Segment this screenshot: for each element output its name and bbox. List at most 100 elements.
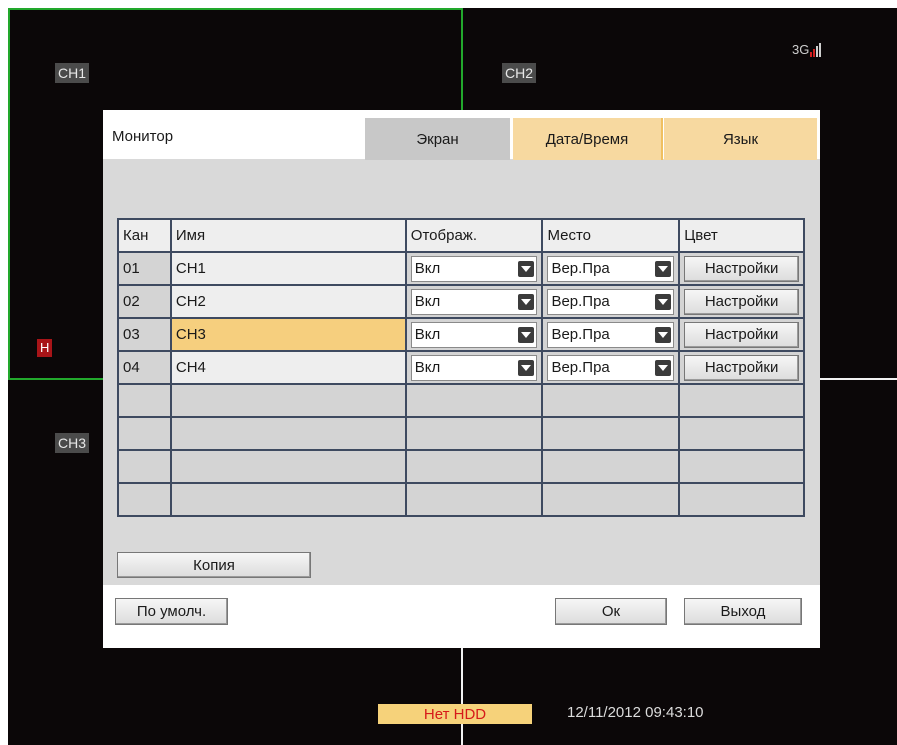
empty-cell	[541, 416, 681, 451]
tab-language[interactable]: Язык	[664, 118, 817, 160]
table-row: 04 CH4 Вкл Вер.Пра Настройки	[117, 350, 805, 385]
position-select[interactable]: Вер.Пра	[547, 255, 675, 282]
column-header-position: Место	[541, 218, 681, 253]
column-header-color: Цвет	[678, 218, 805, 253]
empty-cell	[169, 383, 407, 418]
color-settings-button[interactable]: Настройки	[684, 288, 799, 315]
display-select[interactable]: Вкл	[410, 255, 538, 282]
empty-cell	[678, 449, 805, 484]
channel-number: 01	[117, 251, 172, 286]
color-settings-button[interactable]: Настройки	[684, 321, 799, 348]
position-select-value: Вер.Пра	[551, 326, 610, 343]
empty-cell	[117, 383, 172, 418]
position-cell: Вер.Пра	[541, 251, 681, 286]
dropdown-arrow-icon	[518, 260, 535, 277]
position-cell: Вер.Пра	[541, 350, 681, 385]
dropdown-arrow-icon	[655, 326, 672, 343]
dialog-footer: По умолч. Ок Выход	[103, 585, 820, 648]
signal-indicator: 3G	[792, 42, 822, 57]
display-cell: Вкл	[404, 284, 544, 319]
grid-divider-horizontal-right	[820, 378, 897, 380]
position-cell: Вер.Пра	[541, 317, 681, 352]
grid-divider-vertical-bottom	[461, 648, 463, 745]
display-cell: Вкл	[404, 251, 544, 286]
empty-cell	[169, 416, 407, 451]
empty-cell	[541, 383, 681, 418]
channel-name-input[interactable]: CH2	[169, 284, 407, 319]
display-select-value: Вкл	[414, 293, 441, 310]
empty-cell	[117, 416, 172, 451]
empty-cell	[169, 482, 407, 517]
exit-button[interactable]: Выход	[684, 598, 802, 625]
dropdown-arrow-icon	[655, 293, 672, 310]
signal-bar-icon	[819, 43, 822, 57]
empty-cell	[541, 449, 681, 484]
dropdown-arrow-icon	[518, 293, 535, 310]
display-cell: Вкл	[404, 350, 544, 385]
dialog-title: Монитор	[112, 128, 174, 145]
column-header-display: Отображ.	[404, 218, 544, 253]
hdd-status-badge: Нет HDD	[378, 704, 532, 724]
empty-cell	[169, 449, 407, 484]
channel-name-input[interactable]: CH1	[169, 251, 407, 286]
channel-label-ch3: CH3	[55, 433, 90, 453]
channel-label-ch1: CH1	[55, 63, 90, 83]
channel-number: 02	[117, 284, 172, 319]
display-select[interactable]: Вкл	[410, 354, 538, 381]
default-button[interactable]: По умолч.	[115, 598, 228, 625]
position-select-value: Вер.Пра	[551, 293, 610, 310]
dropdown-arrow-icon	[655, 359, 672, 376]
signal-label: 3G	[792, 42, 810, 57]
tab-screen[interactable]: Экран	[365, 118, 510, 160]
empty-cell	[678, 482, 805, 517]
color-cell: Настройки	[678, 317, 805, 352]
monitor-settings-dialog: Монитор Экран Дата/Время Язык Кан Имя От…	[103, 110, 820, 648]
channel-name-input[interactable]: CH3	[169, 317, 407, 352]
copy-button[interactable]: Копия	[117, 552, 311, 578]
display-select[interactable]: Вкл	[410, 321, 538, 348]
empty-cell	[117, 449, 172, 484]
table-row-empty	[117, 449, 805, 484]
table-row: 02 CH2 Вкл Вер.Пра Настройки	[117, 284, 805, 319]
dropdown-arrow-icon	[518, 359, 535, 376]
empty-cell	[678, 416, 805, 451]
table-row-empty	[117, 482, 805, 517]
color-settings-button[interactable]: Настройки	[684, 255, 799, 282]
position-select[interactable]: Вер.Пра	[547, 321, 675, 348]
table-row-empty	[117, 416, 805, 451]
column-header-channel: Кан	[117, 218, 172, 253]
datetime-display: 12/11/2012 09:43:10	[567, 704, 704, 721]
empty-cell	[117, 482, 172, 517]
column-header-name: Имя	[169, 218, 407, 253]
color-cell: Настройки	[678, 251, 805, 286]
color-settings-button[interactable]: Настройки	[684, 354, 799, 381]
position-select[interactable]: Вер.Пра	[547, 288, 675, 315]
channel-table: Кан Имя Отображ. Место Цвет 01 CH1 Вкл В…	[117, 218, 805, 517]
display-select-value: Вкл	[414, 326, 441, 343]
channel-name-input[interactable]: CH4	[169, 350, 407, 385]
empty-cell	[404, 416, 544, 451]
position-cell: Вер.Пра	[541, 284, 681, 319]
position-select-value: Вер.Пра	[551, 260, 610, 277]
table-row-selected: 03 CH3 Вкл Вер.Пра Настройки	[117, 317, 805, 352]
position-select-value: Вер.Пра	[551, 359, 610, 376]
channel-label-ch2: CH2	[502, 63, 537, 83]
dropdown-arrow-icon	[518, 326, 535, 343]
recording-indicator: H	[37, 339, 53, 357]
selected-quadrant-top-border	[8, 8, 463, 10]
ok-button[interactable]: Ок	[555, 598, 667, 625]
selected-quadrant-left-border	[8, 8, 10, 380]
dropdown-arrow-icon	[655, 260, 672, 277]
position-select[interactable]: Вер.Пра	[547, 354, 675, 381]
table-header-row: Кан Имя Отображ. Место Цвет	[117, 218, 805, 253]
display-cell: Вкл	[404, 317, 544, 352]
signal-bar-icon	[816, 46, 819, 57]
channel-number: 04	[117, 350, 172, 385]
tab-date-time[interactable]: Дата/Время	[513, 118, 663, 160]
selected-quadrant-bottom-border	[8, 378, 103, 380]
display-select[interactable]: Вкл	[410, 288, 538, 315]
table-row-empty	[117, 383, 805, 418]
empty-cell	[541, 482, 681, 517]
channel-number: 03	[117, 317, 172, 352]
selected-quadrant-right-border	[461, 8, 463, 110]
